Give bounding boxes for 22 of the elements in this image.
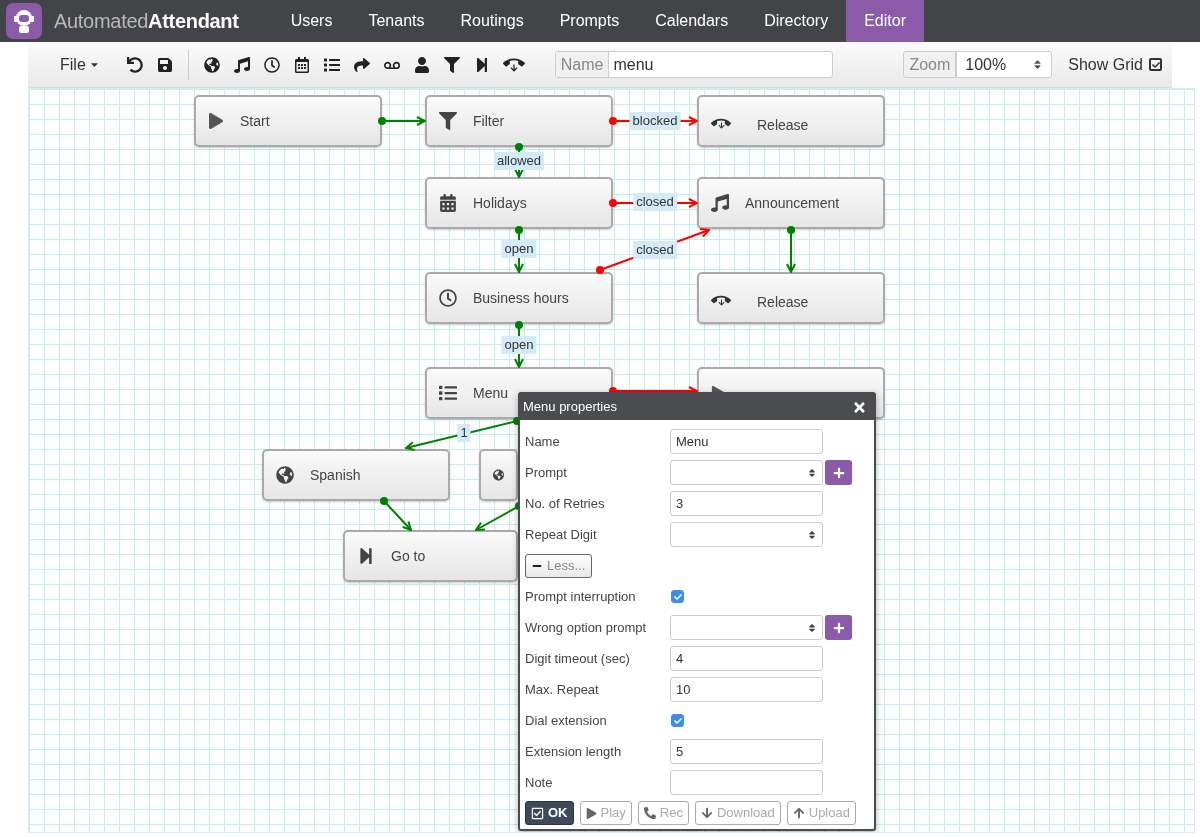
field-label: Max. Repeat bbox=[525, 680, 600, 699]
field-label: Wrong option prompt bbox=[525, 618, 648, 637]
zoom-label: Zoom bbox=[903, 51, 957, 78]
field-label: Name bbox=[525, 432, 561, 451]
field-label: Digit timeout (sec) bbox=[525, 649, 631, 668]
connector-label: closed bbox=[633, 193, 677, 211]
app-name: AutomatedAttendant bbox=[54, 9, 239, 34]
connector-label: blocked bbox=[629, 112, 681, 130]
dialog-title: Menu properties bbox=[523, 398, 617, 417]
field-label: No. of Retries bbox=[525, 494, 606, 513]
field-label: Dial extension bbox=[525, 711, 608, 730]
connector-label: 1 bbox=[457, 424, 471, 442]
connector-label: allowed bbox=[493, 152, 545, 170]
connector-label: open bbox=[501, 336, 537, 354]
field-label: Prompt interruption bbox=[525, 587, 637, 606]
connector-label: closed bbox=[633, 241, 677, 259]
field-label: Note bbox=[525, 773, 554, 792]
field-label: Repeat Digit bbox=[525, 525, 598, 544]
field-label: Extension length bbox=[525, 742, 623, 761]
name-field-label: Name bbox=[555, 52, 610, 77]
field-label: Prompt bbox=[525, 463, 568, 482]
connector-label: open bbox=[501, 240, 537, 258]
